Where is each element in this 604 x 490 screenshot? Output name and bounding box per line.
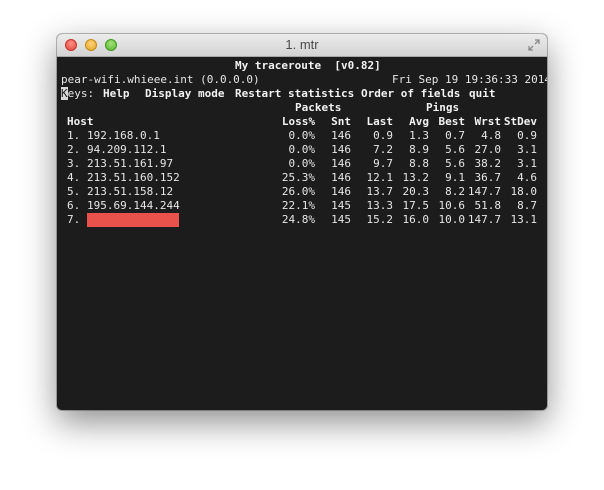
keys-label: Keys: bbox=[61, 87, 94, 101]
hop-host: 213.51.161.97 bbox=[87, 157, 174, 170]
hop-loss: 26.0% bbox=[281, 185, 315, 198]
menu-restart-statistics[interactable]: Restart statistics bbox=[235, 87, 354, 101]
column-header-host: Host bbox=[67, 115, 94, 128]
keys-label-rest: eys: bbox=[67, 87, 95, 100]
menu-help[interactable]: Help bbox=[103, 87, 130, 101]
hop-host: 213.51.160.152 bbox=[87, 171, 180, 184]
hop-avg: 13.2 bbox=[402, 171, 430, 184]
menu-quit[interactable]: quit bbox=[469, 87, 496, 101]
hop-avg: 17.5 bbox=[402, 199, 430, 212]
hop-loss: 0.0% bbox=[288, 129, 316, 142]
hop-host: 195.69.144.244 bbox=[87, 199, 180, 212]
hop-number: 7. bbox=[67, 213, 81, 226]
hop-loss: 22.1% bbox=[281, 199, 315, 212]
hop-snt: 145 bbox=[331, 213, 351, 226]
hop-loss: 0.0% bbox=[288, 143, 316, 156]
hop-wrst: 27.0 bbox=[474, 143, 502, 156]
hop-number: 3. bbox=[67, 157, 81, 170]
hop-best: 0.7 bbox=[445, 129, 465, 142]
table-row: 5. 213.51.158.12 26.0% 146 13.7 20.3 8.2 147.7 1… bbox=[57, 185, 547, 199]
local-host-label: pear-wifi.whieee.int (0.0.0.0) bbox=[61, 73, 260, 86]
table-row: 1. 192.168.0.1 0.0% 146 0.9 1.3 0.7 4.8 0.9 bbox=[57, 129, 547, 143]
mtr-heading: My traceroute [v0.82] bbox=[235, 59, 381, 72]
hop-snt: 146 bbox=[331, 129, 351, 142]
hop-loss: 25.3% bbox=[281, 171, 315, 184]
hop-stdev: 8.7 bbox=[517, 199, 537, 212]
terminal-window: 1. mtr My traceroute [v0.82] pear-wifi.w… bbox=[57, 34, 547, 410]
keys-label-text: Keys: bbox=[61, 87, 94, 100]
title-bar[interactable]: 1. mtr bbox=[57, 34, 547, 57]
hop-stdev: 13.1 bbox=[510, 213, 538, 226]
hop-stdev: 3.1 bbox=[517, 143, 537, 156]
hop-stdev: 4.6 bbox=[517, 171, 537, 184]
table-row: 3. 213.51.161.97 0.0% 146 9.7 8.8 5.6 38.2 3.1 bbox=[57, 157, 547, 171]
hop-last: 15.2 bbox=[366, 213, 394, 226]
hop-wrst: 147.7 bbox=[467, 213, 501, 226]
hop-host: 94.209.112.1 bbox=[87, 143, 167, 156]
column-header-best: Best bbox=[438, 115, 466, 128]
table-row: 7. 24.8% 145 15.2 16.0 10.0 147.7 13.1 bbox=[57, 213, 547, 227]
window-title: 1. mtr bbox=[285, 37, 319, 52]
hop-best: 9.1 bbox=[445, 171, 465, 184]
hop-snt: 146 bbox=[331, 157, 351, 170]
column-header-wrst: Wrst bbox=[474, 115, 502, 128]
hop-best: 5.6 bbox=[445, 157, 465, 170]
hop-loss: 24.8% bbox=[281, 213, 315, 226]
hop-best: 10.0 bbox=[438, 213, 466, 226]
hop-stdev: 0.9 bbox=[517, 129, 537, 142]
hop-avg: 1.3 bbox=[409, 129, 429, 142]
hop-last: 12.1 bbox=[366, 171, 394, 184]
datetime-label: Fri Sep 19 19:36:33 2014 bbox=[392, 73, 547, 86]
terminal-cursor: K bbox=[61, 87, 68, 100]
hop-host: 213.51.158.12 bbox=[87, 185, 174, 198]
hop-number: 5. bbox=[67, 185, 81, 198]
hop-wrst: 38.2 bbox=[474, 157, 502, 170]
column-header-snt: Snt bbox=[331, 115, 351, 128]
table-row: 6. 195.69.144.244 22.1% 145 13.3 17.5 10.6 51.8… bbox=[57, 199, 547, 213]
hop-wrst: 147.7 bbox=[467, 185, 501, 198]
column-header-loss: Loss% bbox=[281, 115, 315, 128]
column-header-last: Last bbox=[366, 115, 394, 128]
hop-wrst: 4.8 bbox=[481, 129, 501, 142]
hop-number: 6. bbox=[67, 199, 81, 212]
hop-number: 2. bbox=[67, 143, 81, 156]
hop-best: 10.6 bbox=[438, 199, 466, 212]
pings-group-header: Pings bbox=[426, 101, 460, 114]
packets-group-header: Packets bbox=[295, 101, 342, 114]
hop-stdev: 18.0 bbox=[510, 185, 538, 198]
hop-last: 13.3 bbox=[366, 199, 394, 212]
hop-number: 4. bbox=[67, 171, 81, 184]
hop-snt: 146 bbox=[331, 171, 351, 184]
hop-avg: 8.8 bbox=[409, 157, 429, 170]
hop-avg: 8.9 bbox=[409, 143, 429, 156]
hop-loss: 0.0% bbox=[288, 157, 316, 170]
hop-last: 13.7 bbox=[366, 185, 394, 198]
hop-last: 9.7 bbox=[373, 157, 393, 170]
hop-snt: 146 bbox=[331, 185, 351, 198]
hop-number: 1. bbox=[67, 129, 81, 142]
hop-avg: 16.0 bbox=[402, 213, 430, 226]
terminal-screen[interactable]: My traceroute [v0.82] pear-wifi.whieee.i… bbox=[57, 57, 547, 410]
column-header-stdev: StDev bbox=[503, 115, 537, 128]
menu-display-mode[interactable]: Display mode bbox=[145, 87, 224, 101]
table-row: 2. 94.209.112.1 0.0% 146 7.2 8.9 5.6 27.0 3.1 bbox=[57, 143, 547, 157]
hop-snt: 146 bbox=[331, 143, 351, 156]
hop-best: 8.2 bbox=[445, 185, 465, 198]
hop-stdev: 3.1 bbox=[517, 157, 537, 170]
hop-last: 7.2 bbox=[373, 143, 393, 156]
redacted-host-bar bbox=[87, 213, 179, 227]
menu-order-of-fields[interactable]: Order of fields bbox=[361, 87, 460, 101]
table-row: 4. 213.51.160.152 25.3% 146 12.1 13.2 9.1 36.7 4… bbox=[57, 171, 547, 185]
hop-wrst: 51.8 bbox=[474, 199, 502, 212]
hop-best: 5.6 bbox=[445, 143, 465, 156]
hop-wrst: 36.7 bbox=[474, 171, 502, 184]
fullscreen-arrows-icon[interactable] bbox=[528, 39, 540, 51]
column-header-avg: Avg bbox=[409, 115, 429, 128]
hop-host: 192.168.0.1 bbox=[87, 129, 160, 142]
hop-last: 0.9 bbox=[373, 129, 393, 142]
hop-avg: 20.3 bbox=[402, 185, 430, 198]
hop-snt: 145 bbox=[331, 199, 351, 212]
